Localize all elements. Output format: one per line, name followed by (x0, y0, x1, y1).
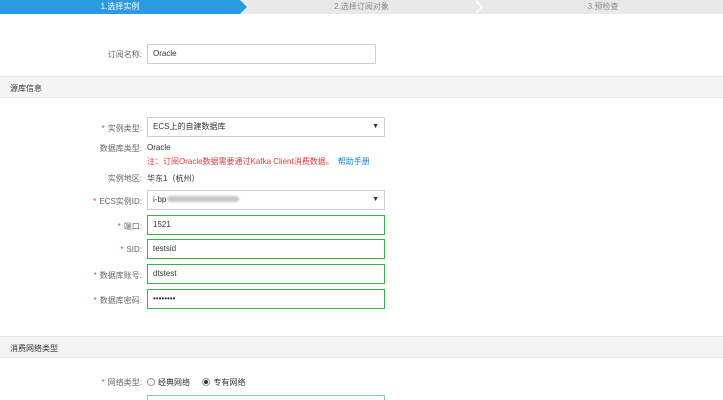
step-select-instance: 1.选择实例 (0, 0, 247, 14)
vpc-select-partial[interactable] (147, 395, 385, 400)
ecs-id-value: i-bp (153, 195, 167, 204)
password-input[interactable]: •••••••• (147, 289, 385, 309)
db-type-value: Oracle (147, 143, 171, 152)
kafka-warning: 注：订阅Oracle数据需要通过Kafka Client消费数据。 帮助手册 (147, 156, 370, 167)
subscription-wizard: 2.选择订阅对象 3.预检查 1.选择实例 订阅名称: Oracle 源库信息 … (0, 0, 723, 400)
radio-classic-network[interactable] (147, 378, 155, 386)
network-section-header: 消费网络类型 (0, 336, 723, 358)
network-section-title: 消费网络类型 (10, 344, 58, 353)
required-marker: * (93, 296, 97, 305)
db-type-label: 数据库类型: (99, 144, 142, 153)
wizard-steps: 2.选择订阅对象 3.预检查 1.选择实例 (0, 0, 723, 14)
sid-label: * SID: (120, 245, 142, 254)
required-marker: * (117, 222, 121, 231)
subscription-name-label: 订阅名称: (107, 50, 142, 59)
password-label: * 数据库密码: (93, 296, 142, 305)
dropdown-caret-icon: ▼ (372, 196, 379, 203)
instance-type-select[interactable]: ECS上的自建数据库 ▼ (147, 117, 385, 137)
radio-classic-label[interactable]: 经典网络 (158, 378, 190, 387)
required-marker: * (93, 271, 97, 280)
help-manual-link[interactable]: 帮助手册 (338, 157, 370, 166)
port-input[interactable]: 1521 (147, 215, 385, 235)
region-label: 实例地区: (107, 174, 142, 183)
required-marker: * (101, 378, 105, 387)
radio-vpc-network[interactable] (202, 378, 211, 386)
network-type-label: * 网络类型: (101, 378, 142, 387)
required-marker: * (101, 124, 105, 133)
ecs-id-label: * ECS实例ID: (93, 197, 142, 206)
network-type-options: 经典网络 专有网络 (147, 377, 245, 388)
account-label: * 数据库账号: (93, 271, 142, 280)
sid-input[interactable]: testsid (147, 239, 385, 259)
source-db-section-title: 源库信息 (10, 84, 42, 93)
step-select-objects: 2.选择订阅对象 (334, 2, 389, 11)
radio-vpc-label[interactable]: 专有网络 (213, 378, 245, 387)
subscription-name-input[interactable]: Oracle (147, 44, 376, 64)
account-input[interactable]: dtstest (147, 264, 385, 284)
dropdown-caret-icon: ▼ (372, 123, 379, 130)
warning-text: 注：订阅Oracle数据需要通过Kafka Client消费数据。 (147, 157, 334, 166)
instance-type-label: * 实例类型: (101, 124, 142, 133)
redacted-id (167, 196, 240, 202)
instance-type-value: ECS上的自建数据库 (153, 122, 226, 131)
region-value: 华东1（杭州） (147, 174, 200, 183)
required-marker: * (120, 245, 124, 254)
step-precheck: 3.预检查 (587, 2, 619, 11)
ecs-id-select[interactable]: i-bp ▼ (147, 190, 385, 210)
port-label: * 端口: (117, 222, 142, 231)
source-db-section-header: 源库信息 (0, 76, 723, 98)
step-separator (474, 0, 481, 14)
required-marker: * (93, 197, 97, 206)
